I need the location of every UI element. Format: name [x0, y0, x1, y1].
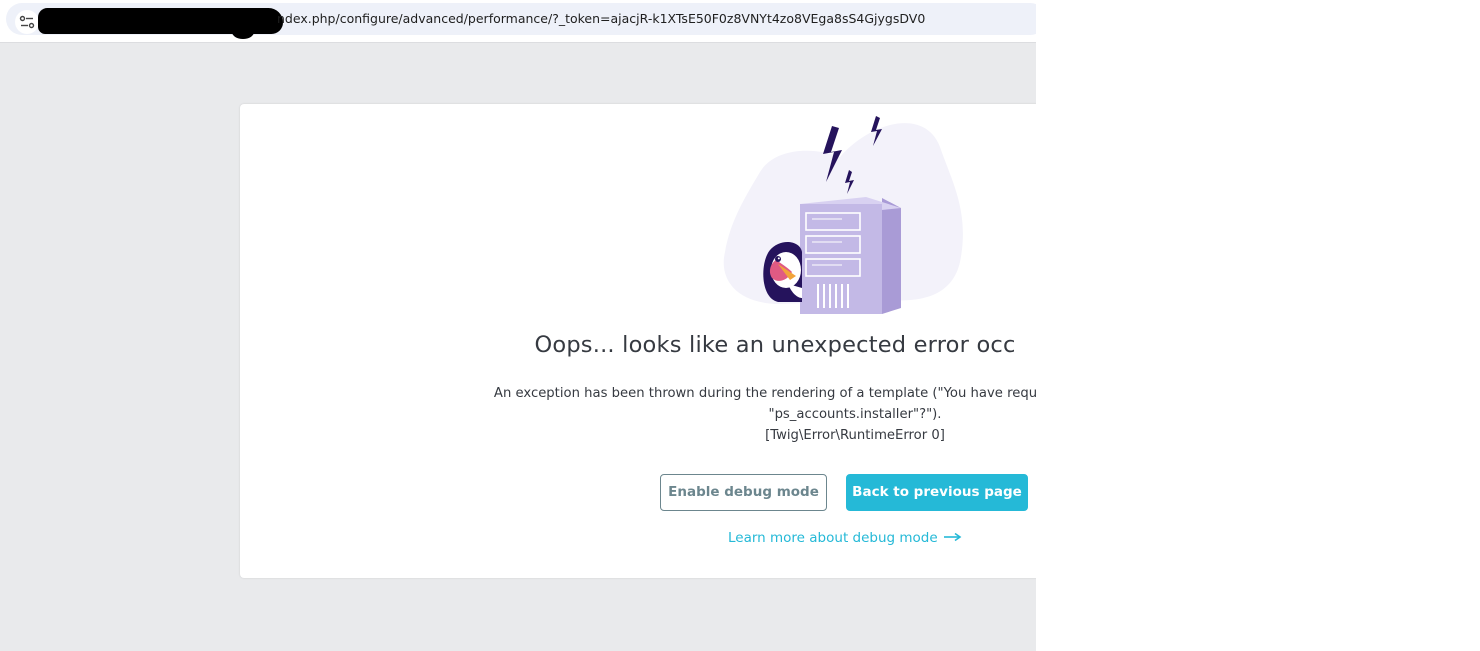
redaction-mark [232, 25, 254, 39]
tune-icon [19, 15, 35, 29]
server-side [882, 198, 901, 314]
error-message-line: An exception has been thrown during the … [493, 386, 1036, 401]
error-card: Oops... looks like an unexpected error o… [240, 104, 1036, 578]
error-message: An exception has been thrown during the … [240, 383, 1036, 446]
url-text[interactable]: ndex.php/configure/advanced/performance/… [277, 11, 925, 26]
server-error-illustration [723, 116, 963, 314]
error-message-line: [Twig\Error\RuntimeError 0] [765, 428, 945, 443]
learn-more-label: Learn more about debug mode [728, 530, 938, 546]
arrow-right-icon [943, 532, 962, 542]
enable-debug-mode-button[interactable]: Enable debug mode [660, 474, 827, 511]
learn-more-debug-link[interactable]: Learn more about debug mode [728, 530, 962, 546]
browser-viewport: ndex.php/configure/advanced/performance/… [0, 0, 1036, 651]
site-info-button[interactable] [15, 10, 39, 34]
back-to-previous-page-button[interactable]: Back to previous page [846, 474, 1028, 511]
address-bar: ndex.php/configure/advanced/performance/… [0, 0, 1036, 43]
error-message-line: "ps_accounts.installer"?"). [768, 407, 942, 422]
error-title: Oops... looks like an unexpected error o… [534, 332, 1016, 358]
